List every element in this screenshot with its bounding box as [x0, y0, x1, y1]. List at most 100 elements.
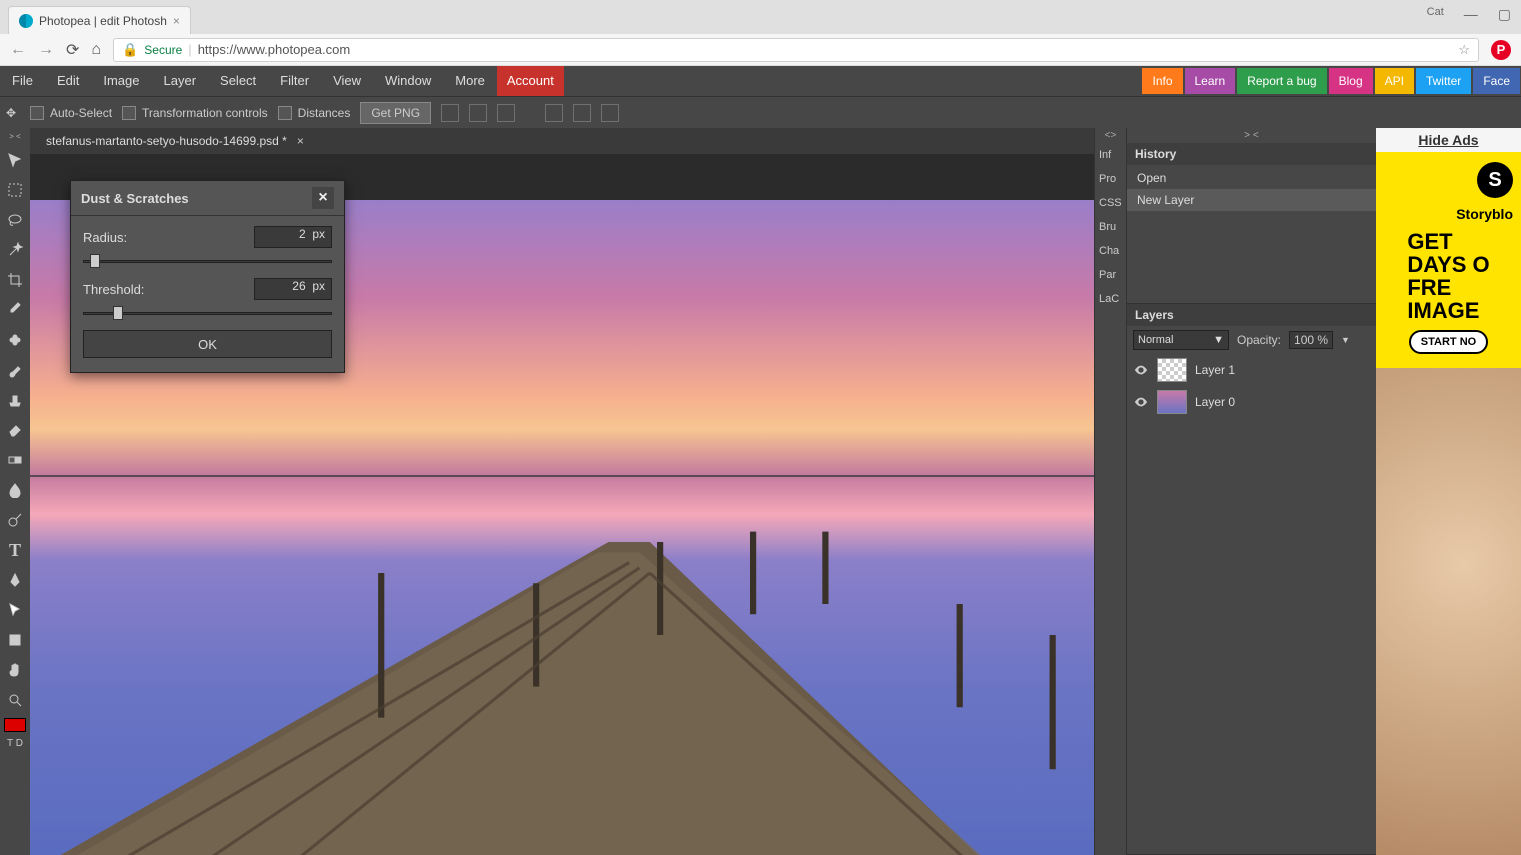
link-twitter[interactable]: Twitter: [1416, 68, 1471, 94]
panel-collapse-handle[interactable]: > <: [3, 130, 27, 142]
opacity-label: Opacity:: [1237, 333, 1281, 347]
visibility-toggle-icon[interactable]: [1133, 394, 1149, 410]
nav-reload-icon[interactable]: ⟳: [66, 40, 79, 60]
eyedropper-tool-icon[interactable]: [3, 298, 27, 322]
crop-tool-icon[interactable]: [3, 268, 27, 292]
eraser-tool-icon[interactable]: [3, 418, 27, 442]
opt-transform-controls[interactable]: Transformation controls: [122, 106, 268, 120]
zoom-tool-icon[interactable]: [3, 688, 27, 712]
align-right-icon[interactable]: [497, 104, 515, 122]
menu-edit[interactable]: Edit: [45, 66, 91, 96]
link-learn[interactable]: Learn: [1185, 68, 1236, 94]
menu-view[interactable]: View: [321, 66, 373, 96]
opt-distances[interactable]: Distances: [278, 106, 351, 120]
opt-auto-select[interactable]: Auto-Select: [30, 106, 112, 120]
menu-image[interactable]: Image: [91, 66, 151, 96]
mini-tab-character[interactable]: Cha: [1095, 239, 1126, 263]
rect-select-tool-icon[interactable]: [3, 178, 27, 202]
mini-handle[interactable]: <>: [1095, 128, 1126, 143]
threshold-slider[interactable]: [83, 306, 332, 320]
canvas-viewport[interactable]: Dust & Scratches × Radius: 2 px: [30, 154, 1094, 855]
menu-account[interactable]: Account: [497, 66, 564, 96]
document-close-icon[interactable]: ×: [297, 134, 304, 148]
panels-handle[interactable]: > <: [1127, 128, 1376, 143]
mini-tab-paragraph[interactable]: Par: [1095, 263, 1126, 287]
bookmark-star-icon[interactable]: ☆: [1458, 42, 1470, 58]
link-info[interactable]: Info: [1142, 68, 1182, 94]
address-field[interactable]: 🔒 Secure | https://www.photopea.com ☆: [113, 38, 1479, 62]
nav-back-icon[interactable]: ←: [10, 41, 26, 59]
mini-tab-css[interactable]: CSS: [1095, 191, 1126, 215]
dodge-tool-icon[interactable]: [3, 508, 27, 532]
align-center-h-icon[interactable]: [469, 104, 487, 122]
align-bottom-icon[interactable]: [601, 104, 619, 122]
menu-file[interactable]: File: [0, 66, 45, 96]
layer-row[interactable]: Layer 1: [1127, 354, 1376, 386]
radius-slider[interactable]: [83, 254, 332, 268]
ad-banner-top[interactable]: S Storyblo GET DAYS O FRE IMAGE START NO: [1376, 152, 1521, 368]
tab-close-icon[interactable]: ×: [173, 14, 180, 28]
lasso-tool-icon[interactable]: [3, 208, 27, 232]
menu-layer[interactable]: Layer: [152, 66, 209, 96]
chevron-down-icon[interactable]: ▼: [1341, 335, 1350, 345]
gradient-tool-icon[interactable]: [3, 448, 27, 472]
history-item[interactable]: New Layer: [1127, 189, 1376, 211]
ad-banner-bottom[interactable]: [1376, 368, 1521, 855]
history-item[interactable]: Open: [1127, 167, 1376, 189]
layer-row[interactable]: Layer 0: [1127, 386, 1376, 418]
magic-wand-tool-icon[interactable]: [3, 238, 27, 262]
path-select-tool-icon[interactable]: [3, 598, 27, 622]
threshold-input[interactable]: 26 px: [254, 278, 332, 300]
nav-fwd-icon[interactable]: →: [38, 41, 54, 59]
document-tab[interactable]: stefanus-martanto-setyo-husodo-14699.psd…: [38, 134, 312, 148]
ad-cta-button[interactable]: START NO: [1409, 330, 1488, 354]
pen-tool-icon[interactable]: [3, 568, 27, 592]
dialog-close-icon[interactable]: ×: [312, 187, 334, 209]
menu-more[interactable]: More: [443, 66, 497, 96]
dialog-ok-button[interactable]: OK: [83, 330, 332, 358]
link-blog[interactable]: Blog: [1329, 68, 1373, 94]
brush-tool-icon[interactable]: [3, 358, 27, 382]
dialog-titlebar[interactable]: Dust & Scratches ×: [71, 181, 344, 216]
align-top-icon[interactable]: [545, 104, 563, 122]
opacity-value[interactable]: 100 %: [1289, 331, 1333, 349]
history-panel-header[interactable]: History: [1127, 143, 1376, 165]
nav-home-icon[interactable]: ⌂: [91, 41, 101, 59]
type-tool-icon[interactable]: T: [3, 538, 27, 562]
healing-tool-icon[interactable]: [3, 328, 27, 352]
foreground-color-swatch[interactable]: [4, 718, 26, 732]
hand-tool-icon[interactable]: [3, 658, 27, 682]
shape-tool-icon[interactable]: [3, 628, 27, 652]
menu-select[interactable]: Select: [208, 66, 268, 96]
get-png-button[interactable]: Get PNG: [360, 102, 431, 124]
minimize-icon[interactable]: —: [1464, 6, 1478, 23]
blur-tool-icon[interactable]: [3, 478, 27, 502]
clone-stamp-tool-icon[interactable]: [3, 388, 27, 412]
document-filename: stefanus-martanto-setyo-husodo-14699.psd…: [46, 134, 287, 148]
link-api[interactable]: API: [1375, 68, 1414, 94]
pinterest-icon[interactable]: P: [1491, 40, 1511, 60]
mini-tab-info[interactable]: Inf: [1095, 143, 1126, 167]
radius-input[interactable]: 2 px: [254, 226, 332, 248]
align-center-v-icon[interactable]: [573, 104, 591, 122]
menu-window[interactable]: Window: [373, 66, 443, 96]
mini-tab-layercomps[interactable]: LaC: [1095, 287, 1126, 311]
top-links: Info Learn Report a bug Blog API Twitter…: [1141, 66, 1521, 96]
app-body: > < T T D stefanus-martanto-setyo-husodo…: [0, 128, 1521, 855]
link-report-bug[interactable]: Report a bug: [1237, 68, 1326, 94]
menu-filter[interactable]: Filter: [268, 66, 321, 96]
layers-panel-header[interactable]: Layers: [1127, 304, 1376, 326]
maximize-icon[interactable]: ▢: [1498, 6, 1511, 23]
hide-ads-link[interactable]: Hide Ads: [1376, 128, 1521, 152]
mini-tab-properties[interactable]: Pro: [1095, 167, 1126, 191]
dialog-title: Dust & Scratches: [81, 191, 189, 206]
link-facebook[interactable]: Face: [1473, 68, 1520, 94]
visibility-toggle-icon[interactable]: [1133, 362, 1149, 378]
browser-tab[interactable]: Photopea | edit Photosh ×: [8, 6, 191, 34]
pier-illustration: [30, 480, 1094, 855]
mini-tab-brush[interactable]: Bru: [1095, 215, 1126, 239]
window-controls: Cat — ▢: [1427, 6, 1511, 23]
move-tool-icon[interactable]: [3, 148, 27, 172]
blend-mode-select[interactable]: Normal▼: [1133, 330, 1229, 350]
align-left-icon[interactable]: [441, 104, 459, 122]
